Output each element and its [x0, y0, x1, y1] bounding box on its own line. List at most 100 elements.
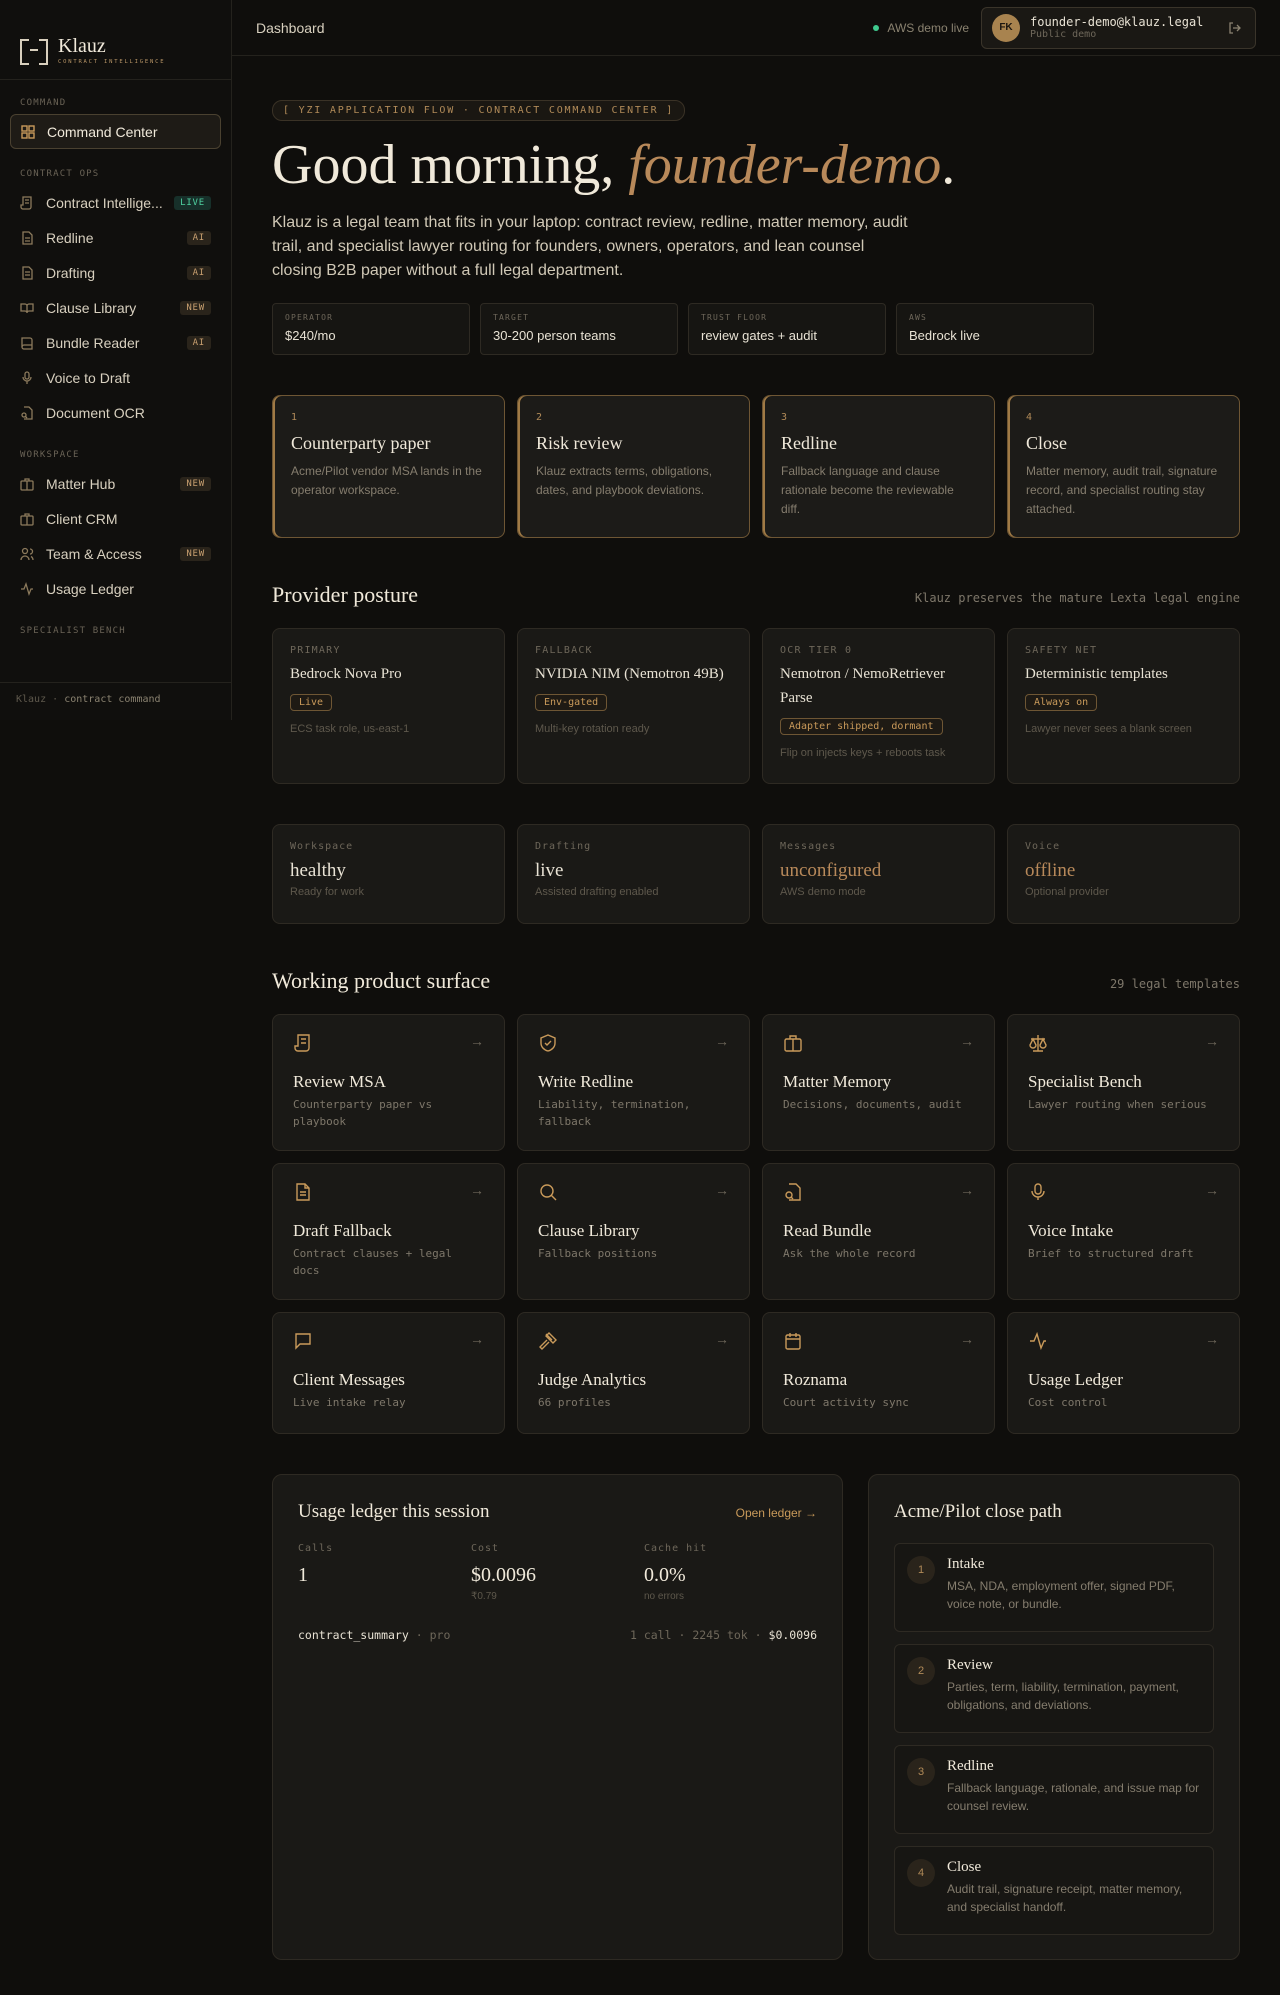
sidebar-item-matter-hub[interactable]: Matter Hub NEW	[10, 466, 221, 501]
ledger-title: Usage ledger this session	[298, 1501, 490, 1522]
activity-icon	[20, 581, 34, 596]
ledger-stat-value: 0.0%	[644, 1564, 686, 1586]
logout-icon[interactable]	[1225, 18, 1245, 38]
stat-value: $240/mo	[285, 328, 336, 343]
new-badge: NEW	[180, 300, 211, 315]
tool-card-matter-memory[interactable]: → Matter Memory Decisions, documents, au…	[762, 1014, 995, 1151]
user-menu[interactable]: FK founder-demo@klauz.legal Public demo	[981, 6, 1256, 49]
ledger-row-calls: 1 call	[629, 1628, 672, 1642]
shield-check-icon	[540, 1034, 556, 1052]
ledger-stat-value: $0.0096	[471, 1564, 536, 1586]
health-value: unconfigured	[780, 860, 882, 881]
stat-key: TARGET	[493, 313, 530, 322]
health-note: AWS demo mode	[780, 886, 866, 898]
ledger-stat-cost: Cost $0.0096 ₹0.79	[471, 1543, 644, 1602]
tool-card-voice-intake[interactable]: → Voice Intake Brief to structured draft	[1007, 1163, 1240, 1300]
provider-name: Deterministic templates	[1025, 666, 1168, 682]
bottom-panels: Usage ledger this session Open ledger → …	[272, 1474, 1240, 1960]
stat-key: OPERATOR	[285, 313, 334, 322]
tool-card-write-redline[interactable]: → Write Redline Liability, termination, …	[517, 1014, 750, 1151]
flow-steps: 1 Counterparty paper Acme/Pilot vendor M…	[272, 395, 1240, 538]
briefcase-icon	[20, 512, 34, 526]
tool-card-specialist-bench[interactable]: → Specialist Bench Lawyer routing when s…	[1007, 1014, 1240, 1151]
tools-section-header: Working product surface 29 legal templat…	[272, 968, 1240, 994]
sidebar-item-label: Redline	[46, 229, 94, 246]
provider-card: FALLBACK NVIDIA NIM (Nemotron 49B) Env-g…	[517, 628, 750, 784]
sidebar-item-bundle-reader[interactable]: Bundle Reader AI	[10, 325, 221, 360]
flow-step[interactable]: 1 Counterparty paper Acme/Pilot vendor M…	[272, 395, 505, 538]
ledger-stats: Calls 1 Cost $0.0096 ₹0.79 Cache hit 0.0…	[298, 1543, 817, 1602]
flow-step[interactable]: 3 Redline Fallback language and clause r…	[762, 395, 995, 538]
ledger-row: contract_summary · pro 1 call · 2245 tok…	[298, 1628, 817, 1642]
arrow-right-icon: →	[470, 1331, 484, 1347]
tool-card-read-bundle[interactable]: → Read Bundle Ask the whole record	[762, 1163, 995, 1300]
new-badge: NEW	[180, 476, 211, 491]
usage-ledger-panel: Usage ledger this session Open ledger → …	[272, 1474, 843, 1960]
grid-icon	[21, 124, 35, 139]
health-value: healthy	[290, 860, 346, 881]
tool-card-clause-library[interactable]: → Clause Library Fallback positions	[517, 1163, 750, 1300]
ledger-row-cost: $0.0096	[768, 1628, 817, 1642]
step-title: Redline	[947, 1758, 994, 1774]
flow-step[interactable]: 2 Risk review Klauz extracts terms, obli…	[517, 395, 750, 538]
briefcase-icon	[784, 1035, 802, 1052]
tool-card-roznama[interactable]: → Roznama Court activity sync	[762, 1312, 995, 1434]
sidebar-item-contract-intelligence[interactable]: Contract Intellige... LIVE	[10, 185, 221, 220]
ledger-stat-calls: Calls 1	[298, 1543, 471, 1602]
arrow-right-icon: →	[1205, 1182, 1219, 1198]
brand-tagline: CONTRACT INTELLIGENCE	[58, 59, 166, 65]
sidebar-item-voice-to-draft[interactable]: Voice to Draft	[10, 360, 221, 395]
sidebar-item-redline[interactable]: Redline AI	[10, 220, 221, 255]
ledger-stat-key: Cost	[471, 1543, 500, 1554]
step-title: Redline	[781, 433, 837, 453]
page-title: Dashboard	[256, 19, 325, 36]
ledger-row-left: contract_summary · pro	[298, 1628, 450, 1642]
arrow-right-icon: →	[715, 1182, 729, 1198]
mic-icon	[1031, 1183, 1045, 1200]
tool-card-review-msa[interactable]: → Review MSA Counterparty paper vs playb…	[272, 1014, 505, 1151]
section-title: Working product surface	[272, 968, 491, 993]
sidebar-item-label: Bundle Reader	[46, 334, 140, 351]
nav-section-contract-ops: CONTRACT OPS	[20, 169, 100, 179]
tool-card-client-messages[interactable]: → Client Messages Live intake relay	[272, 1312, 505, 1434]
sidebar-item-drafting[interactable]: Drafting AI	[10, 255, 221, 290]
arrow-right-icon: →	[960, 1331, 974, 1347]
brand[interactable]: Klauz CONTRACT INTELLIGENCE	[0, 0, 231, 80]
step-description: Fallback language and clause rationale b…	[781, 464, 954, 516]
step-number: 3	[781, 412, 788, 423]
sidebar-item-team-access[interactable]: Team & Access NEW	[10, 536, 221, 571]
arrow-right-icon: →	[470, 1033, 484, 1049]
provider-cards: PRIMARY Bedrock Nova Pro Live ECS task r…	[272, 628, 1240, 784]
sidebar-item-clause-library[interactable]: Clause Library NEW	[10, 290, 221, 325]
tool-card-judge-analytics[interactable]: → Judge Analytics 66 profiles	[517, 1312, 750, 1434]
ledger-row-tier: pro	[429, 1628, 451, 1642]
tool-card-draft-fallback[interactable]: → Draft Fallback Contract clauses + lega…	[272, 1163, 505, 1300]
tool-title: Specialist Bench	[1028, 1072, 1142, 1091]
provider-note: ECS task role, us-east-1	[290, 723, 410, 735]
arrow-right-icon: →	[715, 1331, 729, 1347]
step-description: Matter memory, audit trail, signature re…	[1026, 464, 1218, 516]
health-card-voice: Voice offline Optional provider	[1007, 824, 1240, 924]
open-ledger-link[interactable]: Open ledger →	[736, 1506, 817, 1520]
user-role: Public demo	[1030, 29, 1097, 40]
greeting-name: founder-demo	[628, 134, 942, 196]
sidebar-item-document-ocr[interactable]: Document OCR	[10, 395, 221, 430]
document-icon	[296, 1183, 310, 1201]
sidebar-item-client-crm[interactable]: Client CRM	[10, 501, 221, 536]
step-number: 1	[907, 1556, 935, 1584]
tool-description: Ask the whole record	[783, 1247, 916, 1260]
calendar-icon	[785, 1333, 801, 1350]
step-number: 2	[536, 412, 543, 423]
sidebar-item-command-center[interactable]: Command Center	[10, 114, 221, 149]
sidebar-item-label: Client CRM	[46, 510, 118, 527]
step-number: 4	[907, 1859, 935, 1887]
tool-description: Liability, termination, fallback	[538, 1098, 691, 1128]
sidebar-item-label: Usage Ledger	[46, 580, 134, 597]
tool-description: Decisions, documents, audit	[783, 1098, 962, 1111]
provider-name: Bedrock Nova Pro	[290, 666, 402, 682]
flow-step[interactable]: 4 Close Matter memory, audit trail, sign…	[1007, 395, 1240, 538]
stat-value: 30-200 person teams	[493, 328, 616, 343]
arrow-right-icon: →	[960, 1033, 974, 1049]
tool-card-usage-ledger[interactable]: → Usage Ledger Cost control	[1007, 1312, 1240, 1434]
sidebar-item-usage-ledger[interactable]: Usage Ledger	[10, 571, 221, 606]
